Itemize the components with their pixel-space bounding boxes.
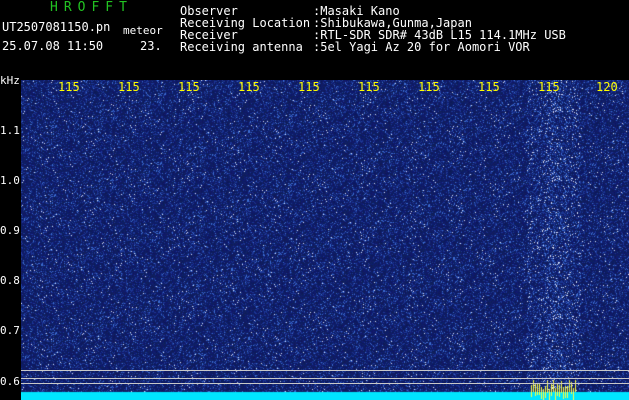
meteor-label: meteor [123, 24, 163, 37]
capture-datetime: 25.07.08 11:50 [2, 39, 104, 53]
x-tick-label: 115 [58, 80, 80, 94]
count-value: 23. [140, 39, 162, 53]
x-tick-label: 120 [596, 80, 618, 94]
x-tick-label: 115 [238, 80, 260, 94]
antenna-label: Receiving antenna [180, 40, 303, 54]
y-tick-label: 0.8 [0, 274, 20, 287]
antenna-value: :5el Yagi Az 20 for Aomori VOR [313, 40, 530, 54]
waterfall-spectrogram [21, 80, 629, 400]
y-tick-label: 0.6 [0, 375, 20, 388]
x-tick-label: 115 [118, 80, 140, 94]
y-tick-label: 1.1 [0, 124, 20, 137]
x-tick-label: 115 [358, 80, 380, 94]
x-tick-label: 115 [538, 80, 560, 94]
x-tick-label: 115 [298, 80, 320, 94]
waterfall-canvas [21, 80, 629, 400]
hrofft-logo: HROFFT [50, 0, 133, 15]
marker-line [21, 383, 629, 384]
image-filename: UT2507081150.pn [2, 20, 111, 34]
marker-line [21, 378, 629, 379]
y-tick-label: 1.0 [0, 174, 20, 187]
y-tick-label: 0.9 [0, 224, 20, 237]
y-axis-unit: kHz [0, 74, 20, 87]
x-tick-label: 115 [178, 80, 200, 94]
y-tick-label: 0.7 [0, 324, 20, 337]
x-tick-label: 115 [478, 80, 500, 94]
x-tick-label: 115 [418, 80, 440, 94]
marker-line [21, 370, 629, 371]
